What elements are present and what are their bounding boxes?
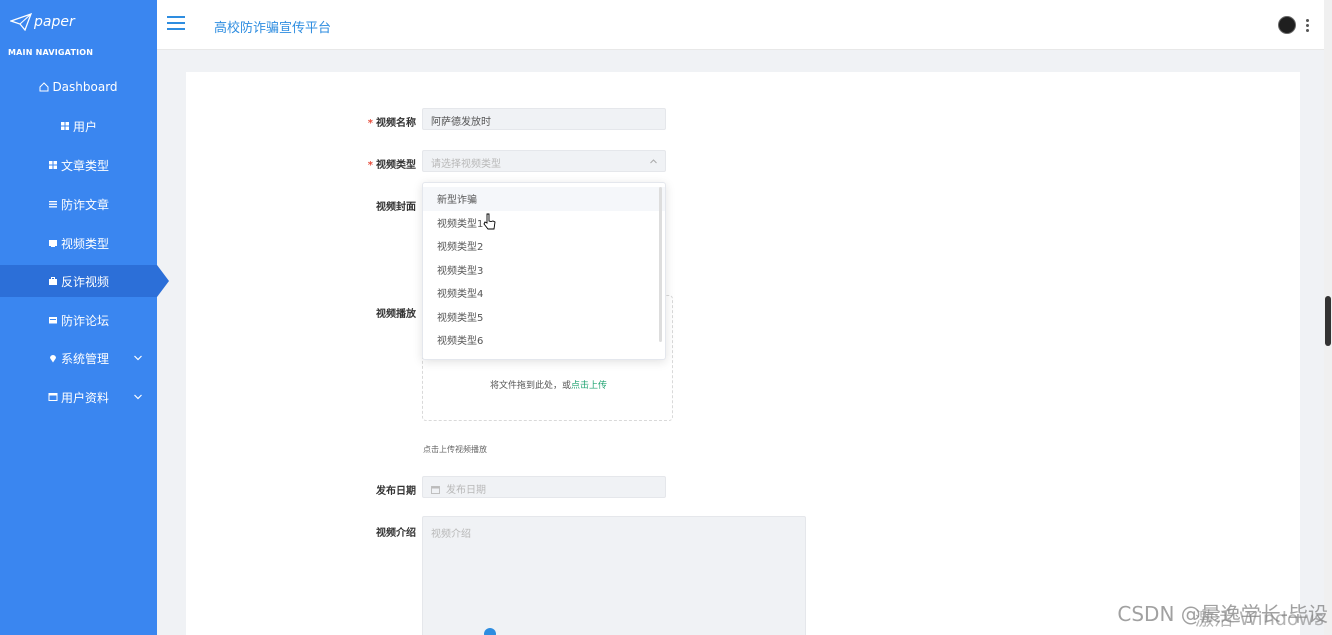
upload-instructions: 将文件拖到此处，或点击上传 xyxy=(489,381,608,391)
sidebar-item-label: 用户资料 xyxy=(60,390,109,405)
home-icon xyxy=(39,82,49,92)
grid-icon xyxy=(48,161,57,169)
sidebar-item-label: 系统管理 xyxy=(60,351,109,366)
video-name-input[interactable]: 阿萨德发放时 xyxy=(422,108,666,130)
sidebar-item-label: 视频类型 xyxy=(60,236,109,251)
briefcase-icon xyxy=(48,277,57,285)
sidebar-item-label: 用户 xyxy=(72,119,97,134)
page-scrollbar-thumb[interactable] xyxy=(1325,296,1331,346)
box-icon xyxy=(48,240,57,247)
paper-plane-icon xyxy=(10,13,32,31)
video-type-label: * 视频类型 xyxy=(367,160,416,171)
card-icon xyxy=(48,317,57,324)
dropdown-option[interactable]: 视频类型7 xyxy=(423,352,665,360)
upload-tip: 点击上传视频播放 xyxy=(423,445,487,454)
dropdown-option[interactable]: 新型诈骗 xyxy=(423,187,665,211)
chevron-up-icon xyxy=(650,159,657,164)
video-play-label: 视频播放 xyxy=(376,309,416,320)
sidebar-item-label: Dashboard xyxy=(52,80,118,94)
sidebar: paper MAIN NAVIGATION Dashboard 用户 文章类型 … xyxy=(0,0,169,635)
chevron-down-icon xyxy=(134,355,142,361)
sidebar-item-articles[interactable]: 防诈文章 xyxy=(0,188,157,220)
sidebar-item-label: 文章类型 xyxy=(60,158,109,173)
publish-date-input[interactable]: 发布日期 xyxy=(422,476,666,498)
calendar-icon xyxy=(431,486,440,494)
dropdown-option[interactable]: 视频类型6 xyxy=(423,328,665,352)
video-name-label: * 视频名称 xyxy=(367,118,416,129)
logo[interactable]: paper xyxy=(10,10,75,34)
video-cover-label: 视频封面 xyxy=(376,202,416,213)
grid-icon xyxy=(60,122,69,130)
video-intro-textarea[interactable]: 视频介绍 xyxy=(422,516,806,635)
sidebar-item-video-types[interactable]: 视频类型 xyxy=(0,227,157,259)
editor-cursor-dot xyxy=(484,628,496,635)
sidebar-item-system[interactable]: 系统管理 xyxy=(0,342,157,374)
nav-section-title: MAIN NAVIGATION xyxy=(8,48,94,57)
sidebar-item-videos[interactable]: 反诈视频 xyxy=(0,265,157,297)
csdn-watermark: CSDN @晨逸学长-毕设 xyxy=(1117,602,1328,626)
more-options-icon[interactable] xyxy=(1306,19,1310,32)
upload-link[interactable]: 点击上传 xyxy=(571,381,607,391)
mouse-pointer-icon xyxy=(483,213,496,230)
video-intro-label: 视频介绍 xyxy=(376,528,416,539)
menu-toggle-icon[interactable] xyxy=(167,16,185,30)
logo-text: paper xyxy=(34,14,75,30)
list-icon xyxy=(48,201,57,208)
publish-date-placeholder: 发布日期 xyxy=(446,485,486,496)
sidebar-item-label: 反诈视频 xyxy=(60,274,109,289)
window-icon xyxy=(48,393,58,401)
dropdown-option[interactable]: 视频类型4 xyxy=(423,281,665,305)
sidebar-item-profile[interactable]: 用户资料 xyxy=(0,381,157,413)
video-type-dropdown: 新型诈骗 视频类型1 视频类型2 视频类型3 视频类型4 视频类型5 视频类型6… xyxy=(422,182,666,360)
sidebar-item-dashboard[interactable]: Dashboard xyxy=(0,71,157,103)
active-indicator xyxy=(157,265,169,297)
pin-icon xyxy=(49,355,56,363)
sidebar-item-label: 防诈文章 xyxy=(60,197,109,212)
app-title: 高校防诈骗宣传平台 xyxy=(214,21,332,36)
dropdown-scrollbar[interactable] xyxy=(659,187,662,342)
chevron-down-icon xyxy=(134,394,142,400)
dropdown-option[interactable]: 视频类型1 xyxy=(423,211,665,235)
top-header: 高校防诈骗宣传平台 xyxy=(157,0,1332,50)
video-type-select[interactable]: 请选择视频类型 xyxy=(422,150,666,172)
dropdown-option[interactable]: 视频类型3 xyxy=(423,258,665,282)
sidebar-item-users[interactable]: 用户 xyxy=(0,110,157,142)
dropdown-option[interactable]: 视频类型2 xyxy=(423,234,665,258)
dropdown-option[interactable]: 视频类型5 xyxy=(423,305,665,329)
publish-date-label: 发布日期 xyxy=(376,486,416,497)
sidebar-item-article-types[interactable]: 文章类型 xyxy=(0,149,157,181)
video-type-placeholder: 请选择视频类型 xyxy=(431,159,501,170)
sidebar-item-forum[interactable]: 防诈论坛 xyxy=(0,304,157,336)
avatar[interactable] xyxy=(1278,16,1296,34)
sidebar-item-label: 防诈论坛 xyxy=(60,313,109,328)
